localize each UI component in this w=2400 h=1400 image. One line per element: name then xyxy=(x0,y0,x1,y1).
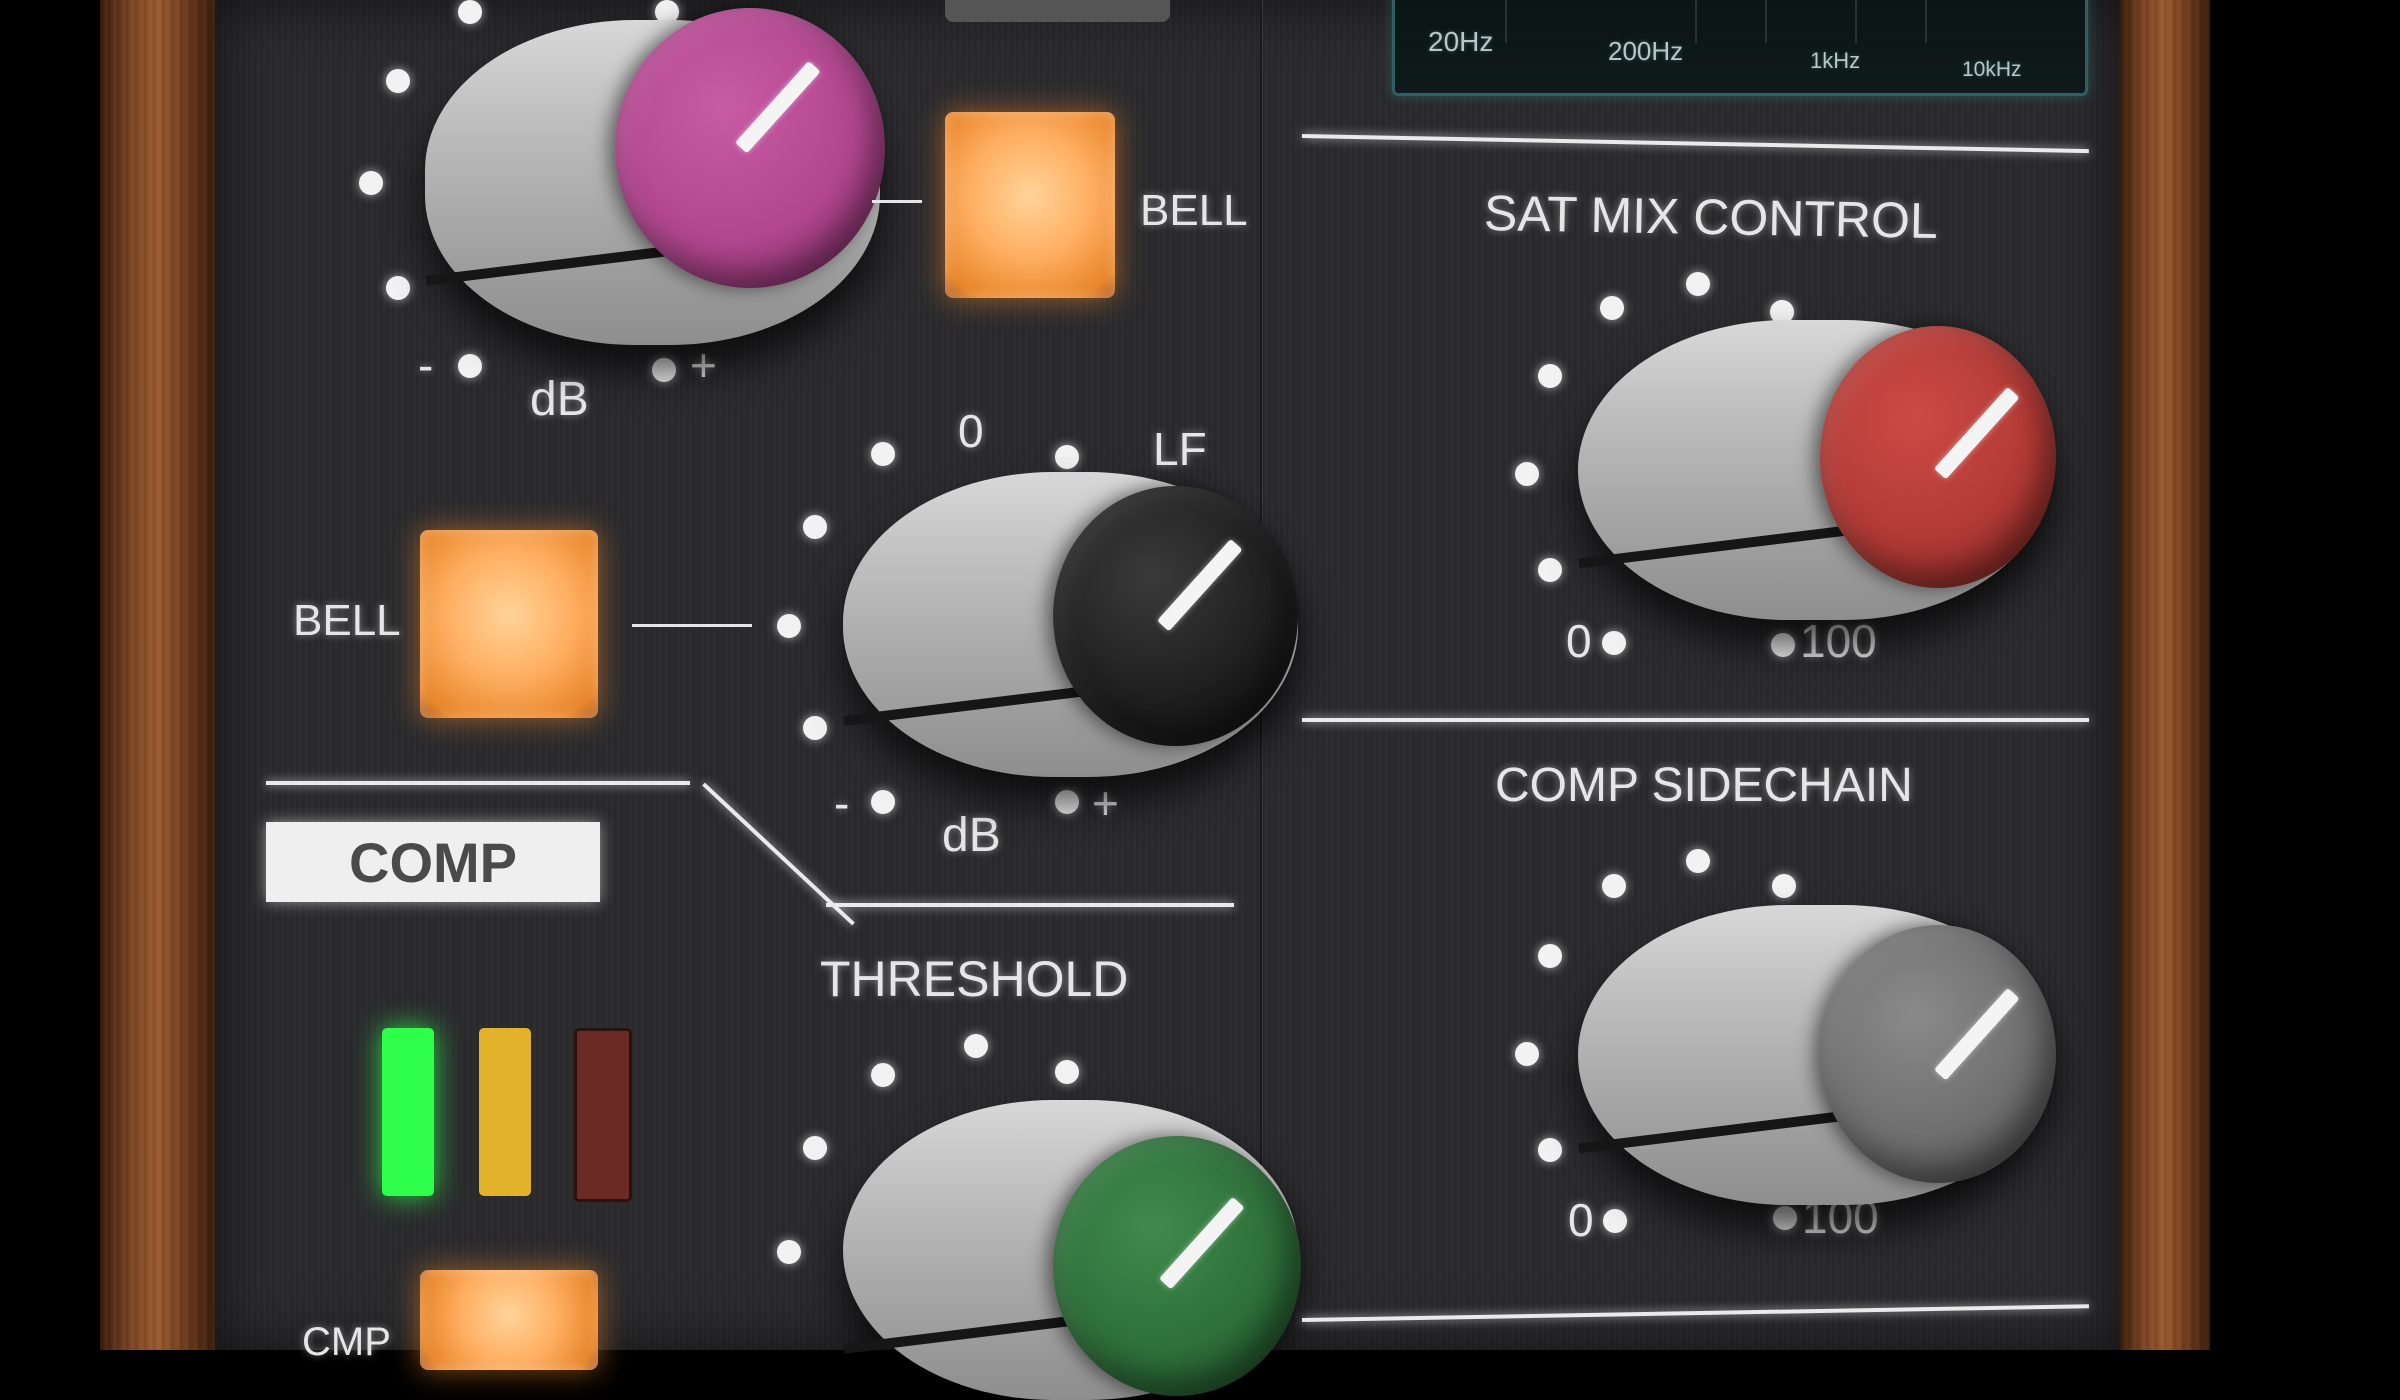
gain-unit-label: dB xyxy=(530,373,589,426)
lf-bell-label: BELL xyxy=(293,596,401,645)
threshold-label: THRESHOLD xyxy=(820,951,1129,1007)
lf-gain-unit-label: dB xyxy=(942,809,1001,862)
scale-dot xyxy=(1773,1206,1797,1230)
scale-dot xyxy=(458,0,482,24)
knob-stripe xyxy=(1578,1110,1848,1154)
scale-dot xyxy=(386,276,410,300)
freq-label-200hz: 200Hz xyxy=(1608,36,1684,66)
comp-sidechain-label: COMP SIDECHAIN xyxy=(1495,759,1913,812)
knob-cap xyxy=(1053,1136,1301,1396)
connector-line xyxy=(632,624,752,627)
scale-dot xyxy=(652,358,676,382)
lf-gain-knob[interactable] xyxy=(843,472,1298,777)
spectrum-grid-line xyxy=(1505,0,1507,43)
scale-dot xyxy=(1686,272,1710,296)
scale-dot xyxy=(1602,874,1626,898)
meter-led-yellow xyxy=(479,1028,531,1196)
scale-dot xyxy=(386,69,410,93)
scale-dot xyxy=(359,171,383,195)
scale-dot xyxy=(803,1136,827,1160)
lf-gain-plus-label: + xyxy=(1092,777,1119,829)
sat-mix-min: 0 xyxy=(1566,615,1592,667)
meter-led-red xyxy=(574,1028,632,1202)
lf-zero-mark: 0 xyxy=(958,405,984,457)
threshold-knob[interactable] xyxy=(843,1100,1301,1400)
scale-dot xyxy=(777,1240,801,1264)
scale-dot xyxy=(1515,1042,1539,1066)
top-band-gain-knob[interactable] xyxy=(425,8,885,345)
scale-dot xyxy=(1538,1138,1562,1162)
scale-dot xyxy=(1515,462,1539,486)
top-band-bell-button[interactable] xyxy=(945,112,1115,298)
sat-mix-label: SAT MIX CONTROL xyxy=(1483,185,1939,249)
scale-dot xyxy=(1538,558,1562,582)
scale-dot xyxy=(1055,790,1079,814)
knob-cap xyxy=(1820,326,2056,588)
scale-dot xyxy=(1686,849,1710,873)
spectrum-grid-line xyxy=(1855,0,1857,43)
knob-pointer xyxy=(1159,1196,1245,1290)
scale-dot xyxy=(871,790,895,814)
knob-cap xyxy=(1820,925,2056,1183)
comp-sidechain-knob[interactable] xyxy=(1578,905,2056,1205)
knob-stripe xyxy=(1578,525,1848,569)
scale-dot xyxy=(1055,445,1079,469)
scale-dot xyxy=(458,354,482,378)
meter-led-green xyxy=(382,1028,434,1196)
lf-gain-minus-label: - xyxy=(834,777,850,829)
spectrum-grid-line xyxy=(1695,0,1697,43)
scale-dot xyxy=(777,614,801,638)
knob-pointer xyxy=(1157,538,1243,632)
scale-dot xyxy=(1538,364,1562,388)
freq-label-1khz: 1kHz xyxy=(1810,48,1861,73)
comp-section-line-left xyxy=(266,781,690,785)
right-wood-cheek xyxy=(2120,0,2210,1350)
knob-cap xyxy=(1053,486,1298,746)
gain-minus-label: - xyxy=(418,339,434,391)
lf-band-label: LF xyxy=(1153,423,1207,475)
freq-label-10khz: 10kHz xyxy=(1962,58,2022,81)
connector-line xyxy=(872,200,922,203)
knob-pointer xyxy=(1934,386,2020,480)
scale-dot xyxy=(1772,874,1796,898)
comp-sidechain-min: 0 xyxy=(1568,1194,1594,1246)
scale-dot xyxy=(803,515,827,539)
scale-dot xyxy=(1603,1209,1627,1233)
knob-stripe xyxy=(425,244,685,286)
scale-dot xyxy=(1538,944,1562,968)
spectrum-grid-line xyxy=(1925,0,1927,43)
sidechain-section-line xyxy=(1302,718,2089,722)
knob-cap xyxy=(615,8,885,288)
top-band-bell-label: BELL xyxy=(1140,186,1248,235)
scale-dot xyxy=(803,716,827,740)
knob-pointer xyxy=(1934,987,2020,1081)
freq-label-20hz: 20Hz xyxy=(1428,26,1494,57)
scale-dot xyxy=(1602,631,1626,655)
scale-dot xyxy=(1771,633,1795,657)
comp-button-label-partial: CMP xyxy=(302,1320,391,1364)
scale-dot xyxy=(871,442,895,466)
left-wood-cheek xyxy=(100,0,215,1350)
knob-stripe xyxy=(843,684,1103,726)
sat-mix-max: 100 xyxy=(1800,615,1877,667)
sat-mix-knob[interactable] xyxy=(1578,320,2056,620)
knob-pointer xyxy=(735,60,821,154)
scale-dot xyxy=(1600,296,1624,320)
scale-dot xyxy=(1055,1060,1079,1084)
comp-section-line-right xyxy=(826,903,1234,907)
comp-button-partial[interactable] xyxy=(420,1270,598,1370)
lf-bell-button[interactable] xyxy=(420,530,598,718)
gain-plus-label: + xyxy=(690,339,717,391)
comp-section-label: COMP xyxy=(266,822,600,902)
partial-top-button[interactable] xyxy=(945,0,1170,22)
scale-dot xyxy=(964,1034,988,1058)
scale-dot xyxy=(871,1063,895,1087)
spectrum-grid-line xyxy=(1765,0,1767,43)
